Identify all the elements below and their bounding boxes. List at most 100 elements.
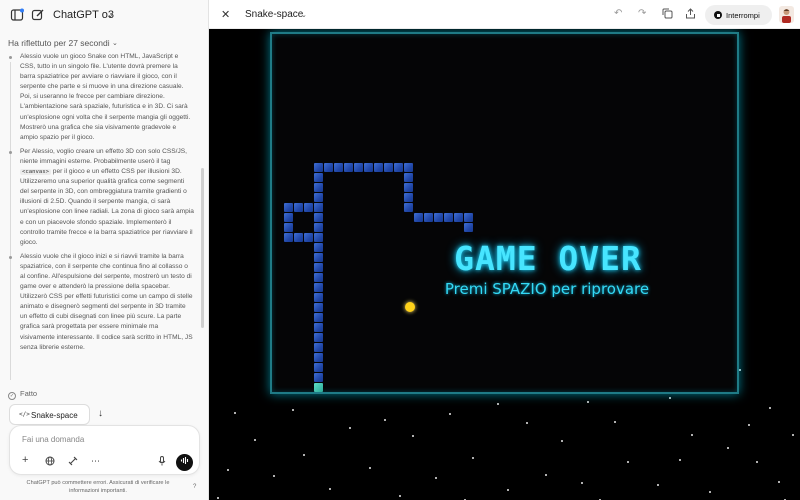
star: [227, 469, 229, 471]
snake-segment: [314, 263, 323, 272]
star: [756, 461, 758, 463]
snake-segment: [314, 213, 323, 222]
snake-segment: [314, 343, 323, 352]
snake-segment: [314, 333, 323, 342]
snake-segment: [454, 213, 463, 222]
star: [369, 467, 371, 469]
star: [399, 495, 401, 497]
star: [412, 435, 414, 437]
snake-segment: [364, 163, 373, 172]
close-icon[interactable]: ✕: [221, 8, 230, 21]
inline-code: <canvas>: [20, 169, 51, 176]
snake-segment: [314, 233, 323, 242]
check-icon: ✓: [8, 392, 16, 400]
voice-mode-button[interactable]: [176, 454, 193, 471]
snake-segment: [314, 303, 323, 312]
stop-button[interactable]: Interrompi: [705, 5, 772, 25]
star: [384, 419, 386, 421]
snake-segment: [314, 363, 323, 372]
undo-icon[interactable]: ↶: [614, 8, 622, 19]
game-viewport[interactable]: GAME OVER Premi SPAZIO per riprovare: [209, 29, 800, 500]
star: [581, 482, 583, 484]
star: [292, 409, 294, 411]
chevron-down-icon[interactable]: ⌄: [301, 11, 307, 19]
snake-segment: [304, 203, 313, 212]
sidebar-toggle-icon[interactable]: [10, 8, 24, 22]
star: [303, 454, 305, 456]
redo-icon[interactable]: ↷: [638, 8, 646, 19]
snake-segment: [414, 213, 423, 222]
star: [691, 434, 693, 436]
star: [472, 457, 474, 459]
thought-text: Alessio vuole un gioco Snake con HTML, J…: [20, 53, 191, 141]
thought-text: per il gioco e un effetto CSS per illusi…: [20, 168, 194, 246]
more-icon[interactable]: ⋯: [91, 456, 100, 467]
snake-segment: [314, 273, 323, 282]
canvas-chip[interactable]: </> Snake-space: [9, 404, 90, 425]
canvas-header: ✕ Snake-space ⌄ ↶ ↷ Interrompi: [209, 0, 800, 29]
star: [217, 497, 219, 499]
snake-segment: [284, 233, 293, 242]
star: [778, 481, 780, 483]
star: [349, 427, 351, 429]
chat-topbar: ChatGPT o3 ⌄: [0, 0, 209, 30]
snake-segment: [404, 193, 413, 202]
star: [739, 369, 741, 371]
star: [709, 491, 711, 493]
share-icon[interactable]: [685, 8, 696, 22]
snake-segment: [384, 163, 393, 172]
snake-segment: [284, 223, 293, 232]
canvas-chip-label: Snake-space: [31, 411, 78, 420]
snake-segment: [314, 323, 323, 332]
list-item: Alessio vuole che il gioco inizi e si ri…: [8, 252, 194, 353]
snake-segment: [354, 163, 363, 172]
game-over-title: GAME OVER: [454, 239, 642, 278]
new-chat-icon[interactable]: [31, 8, 45, 22]
star: [657, 484, 659, 486]
star: [727, 447, 729, 449]
star: [273, 475, 275, 477]
disclaimer: ChatGPT può commettere errori. Assicurat…: [26, 480, 170, 494]
snake-segment: [314, 173, 323, 182]
microphone-icon[interactable]: [158, 456, 166, 468]
snake-segment: [404, 203, 413, 212]
stop-icon: [714, 11, 722, 19]
snake-segment: [344, 163, 353, 172]
chevron-down-icon[interactable]: ⌄: [112, 39, 118, 47]
snake-segment: [314, 373, 323, 382]
snake-segment: [314, 253, 323, 262]
list-item: Per Alessio, voglio creare un effetto 3D…: [8, 147, 194, 248]
stop-label: Interrompi: [726, 11, 760, 20]
snake-segment: [464, 213, 473, 222]
reasoning-header[interactable]: Ha riflettuto per 27 secondi: [8, 38, 110, 48]
snake-segment: [394, 163, 403, 172]
restart-hint: Premi SPAZIO per riprovare: [444, 280, 650, 298]
star: [679, 459, 681, 461]
plus-icon[interactable]: +: [22, 454, 28, 466]
snake-segment: [404, 173, 413, 182]
snake-segment: [314, 313, 323, 322]
scroll-down-icon[interactable]: ↓: [98, 408, 103, 419]
star: [497, 403, 499, 405]
star: [748, 424, 750, 426]
star: [545, 474, 547, 476]
globe-icon[interactable]: [45, 456, 55, 468]
copy-icon[interactable]: [662, 8, 673, 22]
help-button[interactable]: ?: [193, 484, 196, 490]
canvas-title[interactable]: Snake-space: [245, 9, 303, 20]
snake-segment: [314, 163, 323, 172]
chevron-down-icon[interactable]: ⌄: [107, 10, 114, 19]
thought-text: Per Alessio, voglio creare un effetto 3D…: [20, 147, 188, 165]
avatar[interactable]: [779, 6, 794, 23]
star: [792, 434, 794, 436]
scrollbar[interactable]: [201, 168, 204, 328]
snake-segment: [334, 163, 343, 172]
tools-icon[interactable]: [68, 456, 78, 468]
model-selector[interactable]: ChatGPT o3: [53, 9, 114, 21]
snake-segment: [314, 193, 323, 202]
snake-segment: [404, 163, 413, 172]
star: [507, 489, 509, 491]
star: [435, 477, 437, 479]
star: [329, 488, 331, 490]
prompt-input[interactable]: [22, 432, 192, 446]
